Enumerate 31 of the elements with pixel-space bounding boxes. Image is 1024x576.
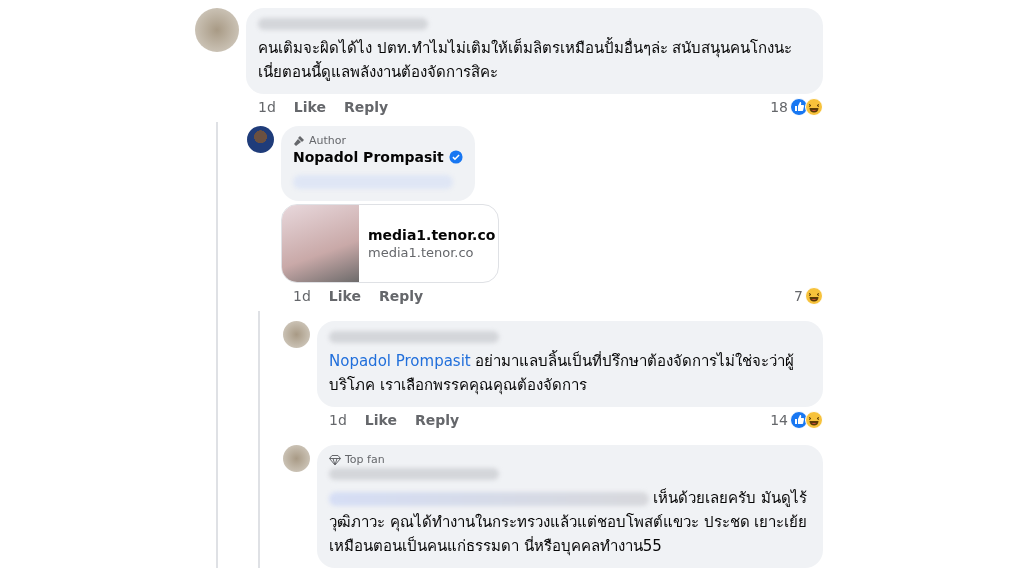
comment-text: Nopadol Prompasit อย่ามาแลบลิ้นเป็นที่ปรึกษาต้องจัดการไม่ใช่จะว่าผู้บริโภค เราเลือกพรรคคุณคุณต้องจัดการ [329,349,795,397]
laughing-emoji-icon [805,287,823,305]
comment-time[interactable]: 1d [293,288,311,304]
reply-link[interactable]: Reply [343,99,389,115]
reaction-count[interactable]: 14 [770,412,788,428]
microphone-icon [293,134,305,147]
laughing-emoji-icon [805,98,823,116]
like-link[interactable]: Like [328,288,361,304]
like-link[interactable]: Like [364,412,397,428]
link-preview-card[interactable]: media1.tenor.co media1.tenor.co [281,204,499,283]
reaction-count[interactable]: 18 [770,99,788,115]
diamond-icon [329,453,341,466]
comment-time[interactable]: 1d [329,412,347,428]
laughing-emoji-icon [805,411,823,429]
comment-text: คนเติมจะผิดได้ไง ปตท.ทำไมไม่เติมให้เต็มลิตรเหมือนปั้มอื่นๆล่ะ สนับสนุนคนโกงนะ เนี่ยตอนนี้ดูแลพลังงานต้องจัดการสิคะ [258,36,794,83]
reaction-count[interactable]: 7 [794,288,803,304]
blurred-avatar[interactable] [283,321,310,348]
comment-time[interactable]: 1d [258,99,276,115]
reply-link[interactable]: Reply [378,288,424,304]
badge-label: Author [309,134,347,147]
blurred-avatar[interactable] [195,8,239,52]
mention-link[interactable]: Nopadol Prompasit [329,352,471,370]
link-title: media1.tenor.co [368,227,496,243]
reply-link[interactable]: Reply [414,412,460,428]
like-link[interactable]: Like [293,99,326,115]
badge-label: Top fan [345,453,385,466]
blurred-avatar[interactable] [283,445,310,472]
avatar-photo[interactable] [247,126,274,153]
comment-text: เห็นด้วยเลยครับ มันดูไร้วุฒิภาวะ คุณได้ทำงานในกระทรวงแล้วแต่ชอบโพสต์แขวะ ประชด เยาะเย้ยเหมือนตอนเป็นคนแก่ธรรมดา นี่หรือบุคคลทำงาน55 [329,487,809,558]
link-domain: media1.tenor.co [368,245,475,260]
author-name[interactable]: Nopadol Prompasit [293,149,444,165]
